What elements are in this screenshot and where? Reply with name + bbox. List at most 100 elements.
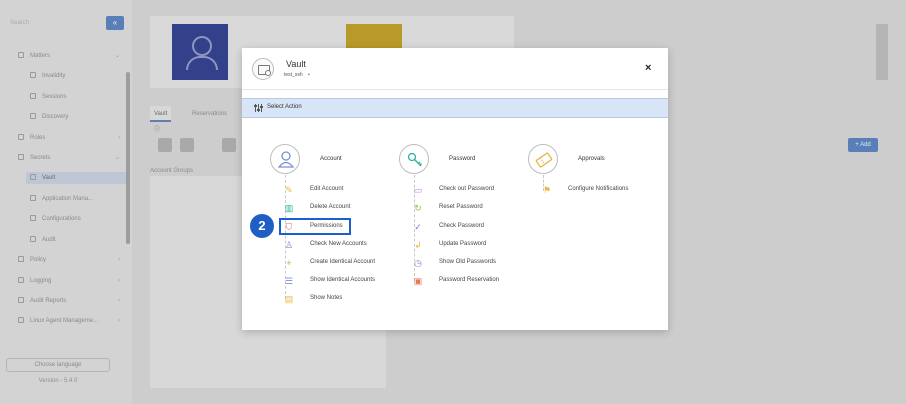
folder-icon: ▤ bbox=[284, 294, 294, 304]
dialog-subtitle-extra: • bbox=[308, 72, 310, 78]
gear-icon bbox=[30, 215, 36, 222]
folder-icon bbox=[18, 52, 24, 59]
chevron-right-icon: › bbox=[118, 257, 120, 263]
sidebar-item-linux-agent-management[interactable]: Linux Agent Manageme... › bbox=[18, 315, 126, 327]
sidebar-item-application-management[interactable]: Application Mana... bbox=[30, 193, 126, 205]
action-label: Delete Account bbox=[310, 204, 351, 210]
roles-icon bbox=[18, 134, 24, 141]
user-icon bbox=[270, 144, 300, 174]
sidebar-item-label: Matters bbox=[30, 53, 51, 59]
refresh-icon: ↻ bbox=[414, 203, 422, 213]
sidebar-item-audit[interactable]: Audit bbox=[30, 234, 126, 246]
sidebar-item-invalidity[interactable]: Invalidity bbox=[30, 70, 126, 82]
sidebar-item-vault[interactable]: Vault bbox=[26, 172, 126, 184]
policy-icon bbox=[18, 256, 24, 263]
sidebar-item-secrets[interactable]: Secrets ⌄ bbox=[18, 152, 126, 164]
sidebar-item-label: Vault bbox=[42, 175, 56, 181]
sidebar-item-label: Secrets bbox=[30, 155, 51, 161]
user-search-icon: ♙ bbox=[284, 240, 294, 250]
calendar-icon: ▣ bbox=[413, 276, 423, 286]
sidebar-item-label: Roles bbox=[30, 135, 46, 141]
ticket-icon bbox=[528, 144, 558, 174]
vault-icon bbox=[30, 174, 36, 181]
collapse-sidebar-button[interactable]: « bbox=[106, 16, 124, 30]
report-icon bbox=[18, 297, 24, 304]
sidebar-item-label: Sessions bbox=[42, 94, 67, 100]
version-label: Version - 5.4.0 bbox=[38, 378, 78, 384]
chevron-right-icon: › bbox=[118, 135, 120, 141]
log-icon bbox=[18, 277, 24, 284]
group-title-approvals: Approvals bbox=[578, 156, 605, 162]
sliders-icon bbox=[254, 104, 263, 112]
select-action-bar: Select Action bbox=[242, 98, 668, 118]
sidebar-item-discovery[interactable]: Discovery bbox=[30, 111, 126, 123]
history-icon: ◷ bbox=[414, 258, 422, 268]
sidebar: Search « Matters ⌄ Invalidity Sessions Di… bbox=[0, 0, 132, 404]
user-avatar-icon bbox=[172, 24, 228, 80]
sidebar-item-label: Discovery bbox=[42, 114, 69, 120]
sidebar-item-label: Policy bbox=[30, 257, 47, 263]
sidebar-item-roles[interactable]: Roles › bbox=[18, 132, 126, 144]
sidebar-item-label: Linux Agent Manageme... bbox=[30, 318, 99, 324]
action-label: Show Notes bbox=[310, 295, 343, 301]
sidebar-scrollbar[interactable] bbox=[126, 72, 130, 244]
search-icon bbox=[30, 113, 36, 120]
action-label: Show Identical Accounts bbox=[310, 277, 376, 283]
sidebar-item-matters[interactable]: Matters ⌄ bbox=[18, 50, 126, 62]
add-button[interactable]: + Add bbox=[848, 138, 878, 152]
key-icon bbox=[399, 144, 429, 174]
list-icon: ☰ bbox=[284, 276, 294, 286]
sidebar-item-label: Logging bbox=[30, 278, 52, 284]
pencil-icon: ✎ bbox=[285, 185, 293, 195]
search-input[interactable]: Search bbox=[6, 16, 106, 30]
trash-icon: ▥ bbox=[284, 203, 294, 213]
sidebar-item-label: Invalidity bbox=[42, 73, 66, 79]
close-icon[interactable]: × bbox=[645, 63, 651, 74]
toolbar-button[interactable] bbox=[180, 138, 194, 152]
panel-label: Account Groups bbox=[150, 168, 194, 174]
select-action-dialog: Vault test_ssh • × Select Action Account… bbox=[242, 48, 668, 330]
linux-icon bbox=[18, 317, 24, 324]
action-label: Reset Password bbox=[439, 204, 483, 210]
group-title-account: Account bbox=[320, 156, 342, 162]
sidebar-item-logging[interactable]: Logging › bbox=[18, 275, 126, 287]
action-label: Show Old Passwords bbox=[439, 259, 497, 265]
action-label: Create Identical Account bbox=[310, 259, 376, 265]
dialog-title: Vault bbox=[286, 59, 306, 69]
action-label: Update Password bbox=[439, 241, 487, 247]
sidebar-item-label: Audit bbox=[42, 237, 56, 243]
chevron-down-icon: ⌄ bbox=[114, 53, 120, 59]
toolbar-button[interactable] bbox=[222, 138, 236, 152]
plus-icon: + bbox=[286, 258, 292, 268]
dialog-subtitle: test_ssh bbox=[284, 72, 303, 78]
list-icon bbox=[30, 72, 36, 79]
sidebar-item-configurations[interactable]: Configurations bbox=[30, 213, 126, 225]
sidebar-item-label: Application Mana... bbox=[42, 196, 94, 202]
action-label: Check New Accounts bbox=[310, 241, 367, 247]
chevron-right-icon: › bbox=[118, 318, 120, 324]
language-button[interactable]: Choose language bbox=[6, 358, 110, 372]
select-action-label: Select Action bbox=[267, 104, 302, 110]
sidebar-item-label: Audit Reports bbox=[30, 298, 67, 304]
chevron-right-icon: › bbox=[118, 298, 120, 304]
action-label: Edit Account bbox=[310, 186, 344, 192]
sidebar-item-label: Configurations bbox=[42, 216, 81, 222]
bell-icon: ⚑ bbox=[542, 185, 552, 195]
vault-icon bbox=[252, 58, 274, 80]
toolbar-button[interactable] bbox=[158, 138, 172, 152]
action-label: Configure Notifications bbox=[568, 186, 629, 192]
chevron-right-icon: › bbox=[118, 278, 120, 284]
sidebar-item-audit-reports[interactable]: Audit Reports › bbox=[18, 295, 126, 307]
chevron-down-icon: ⌄ bbox=[114, 155, 120, 161]
sidebar-item-sessions[interactable]: Sessions bbox=[30, 91, 126, 103]
sidebar-item-policy[interactable]: Policy › bbox=[18, 254, 126, 266]
gear-icon bbox=[30, 93, 36, 100]
audit-icon bbox=[30, 236, 36, 243]
tab-vault[interactable]: Vault ⓘ bbox=[150, 106, 172, 133]
action-label: Check out Password bbox=[439, 186, 495, 192]
app-icon bbox=[30, 195, 36, 202]
scroll-strip bbox=[876, 24, 888, 80]
checkout-icon: ▭ bbox=[413, 185, 423, 195]
action-label: Password Reservation bbox=[439, 277, 500, 283]
tab-reservations[interactable]: Reservations bbox=[188, 106, 231, 122]
